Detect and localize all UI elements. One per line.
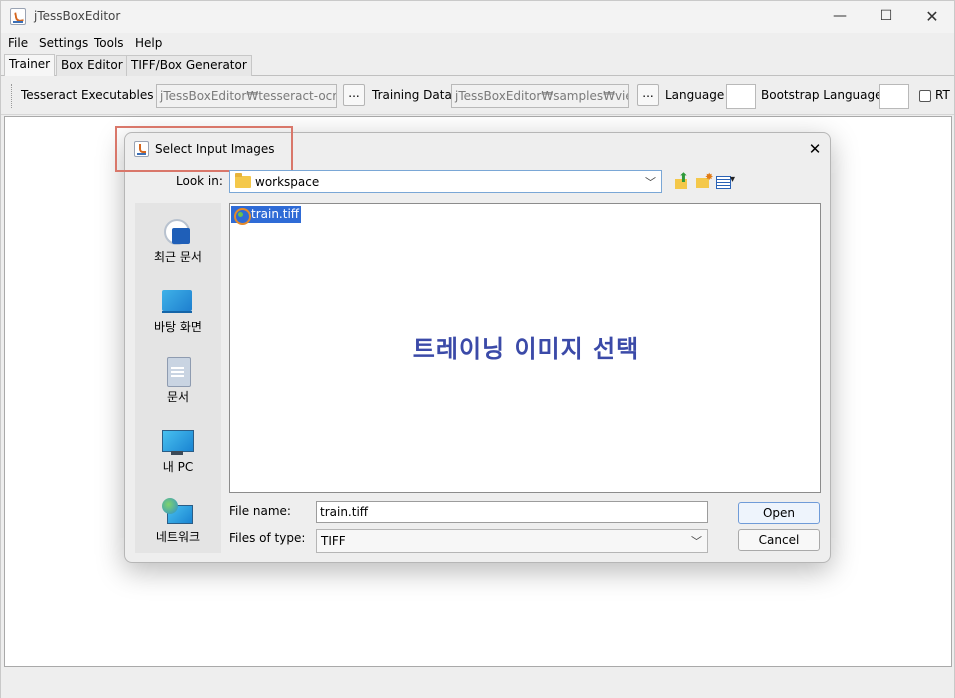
computer-icon <box>161 427 194 457</box>
tesseract-path-field[interactable]: jTessBoxEditor₩tesseract-ocr <box>156 84 337 108</box>
place-desktop[interactable]: 바탕 화면 <box>135 277 221 339</box>
files-of-type-value: TIFF <box>321 534 346 548</box>
chevron-down-icon: ﹀ <box>691 535 702 548</box>
up-folder-icon[interactable] <box>673 171 691 191</box>
bootstrap-language-field[interactable] <box>879 84 909 109</box>
recent-documents-icon <box>161 217 193 247</box>
file-name-label: File name: <box>229 504 291 518</box>
menu-file[interactable]: File <box>8 36 28 50</box>
place-label: 내 PC <box>162 460 194 474</box>
files-of-type-label: Files of type: <box>229 531 306 545</box>
window-title: jTessBoxEditor <box>34 9 121 23</box>
close-window-button[interactable]: ✕ <box>909 1 955 33</box>
bootstrap-language-label: Bootstrap Language <box>761 88 883 102</box>
toolbar-grip[interactable] <box>11 84 14 108</box>
overlay-caption: 트레이닝 이미지 선택 <box>412 335 640 363</box>
tesseract-browse-button[interactable]: ... <box>343 84 365 106</box>
minimize-button[interactable]: — <box>817 1 863 33</box>
dialog-close-button[interactable]: ✕ <box>805 139 825 159</box>
new-folder-icon[interactable] <box>695 172 713 191</box>
desktop-icon <box>161 287 193 317</box>
menu-bar: File Settings Tools Help <box>1 33 954 54</box>
places-bar: 최근 문서 바탕 화면 문서 내 PC 네트워크 <box>135 203 221 553</box>
place-this-pc[interactable]: 내 PC <box>135 417 221 479</box>
status-bar <box>1 668 954 698</box>
title-bar: jTessBoxEditor — ☐ ✕ <box>1 1 954 33</box>
java-app-icon <box>134 141 149 157</box>
trainer-toolbar: Tesseract Executables jTessBoxEditor₩tes… <box>1 77 954 115</box>
maximize-button[interactable]: ☐ <box>863 1 909 33</box>
place-label: 네트워크 <box>155 530 201 544</box>
select-input-images-dialog: Select Input Images ✕ Look in: workspace… <box>115 126 831 563</box>
language-label: Language <box>665 88 725 102</box>
menu-help[interactable]: Help <box>135 36 162 50</box>
tab-tiff-box-generator[interactable]: TIFF/Box Generator <box>126 55 252 76</box>
training-data-label: Training Data <box>372 88 452 102</box>
menu-settings[interactable]: Settings <box>39 36 88 50</box>
menu-tools[interactable]: Tools <box>94 36 124 50</box>
place-label: 문서 <box>166 390 190 404</box>
tesseract-label: Tesseract Executables <box>21 88 154 102</box>
folder-icon <box>235 173 251 188</box>
documents-icon <box>161 357 193 387</box>
cancel-button[interactable]: Cancel <box>738 529 820 551</box>
image-file-icon <box>233 208 251 225</box>
files-of-type-combo[interactable]: TIFF ﹀ <box>316 529 708 553</box>
place-label: 최근 문서 <box>154 250 202 264</box>
view-menu-icon[interactable] <box>715 173 737 191</box>
file-list[interactable]: train.tiff 트레이닝 이미지 선택 <box>229 203 821 493</box>
place-documents[interactable]: 문서 <box>135 347 221 409</box>
rtl-label: RT <box>935 88 950 102</box>
look-in-combo[interactable]: workspace ﹀ <box>229 170 662 193</box>
java-app-icon <box>10 8 26 25</box>
place-recent[interactable]: 최근 문서 <box>135 207 221 269</box>
rtl-checkbox[interactable] <box>919 90 931 102</box>
chevron-down-icon: ﹀ <box>645 176 656 189</box>
network-icon <box>161 497 193 527</box>
file-name-input[interactable]: train.tiff <box>316 501 708 523</box>
file-item-train-tiff[interactable]: train.tiff <box>231 206 302 225</box>
look-in-value: workspace <box>255 175 320 189</box>
look-in-label: Look in: <box>176 174 223 188</box>
language-field[interactable] <box>726 84 756 109</box>
training-browse-button[interactable]: ... <box>637 84 659 106</box>
place-label: 바탕 화면 <box>154 320 202 334</box>
dialog-title: Select Input Images <box>155 142 275 156</box>
training-data-field[interactable]: jTessBoxEditor₩samples₩vie <box>451 84 629 108</box>
file-name-text: train.tiff <box>251 207 300 221</box>
tab-box-editor[interactable]: Box Editor <box>56 55 128 76</box>
tab-trainer[interactable]: Trainer <box>4 54 56 76</box>
open-button[interactable]: Open <box>738 502 820 524</box>
tab-strip: Trainer Box Editor TIFF/Box Generator <box>1 54 954 76</box>
place-network[interactable]: 네트워크 <box>135 487 221 549</box>
